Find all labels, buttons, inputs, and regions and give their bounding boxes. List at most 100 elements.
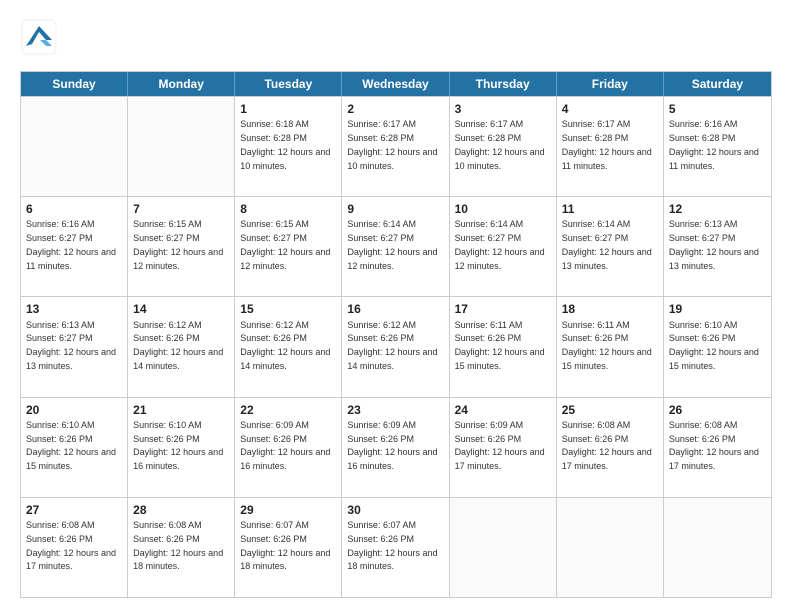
day-number: 15 [240, 301, 336, 317]
calendar-cell-3-5: 17 Sunrise: 6:11 AM Sunset: 6:26 PM Dayli… [450, 297, 557, 396]
calendar-cell-4-6: 25 Sunrise: 6:08 AM Sunset: 6:26 PM Dayli… [557, 398, 664, 497]
calendar-week-4: 20 Sunrise: 6:10 AM Sunset: 6:26 PM Dayli… [21, 397, 771, 497]
cell-info: Sunrise: 6:15 AM Sunset: 6:27 PM Dayligh… [240, 219, 330, 270]
cell-info: Sunrise: 6:12 AM Sunset: 6:26 PM Dayligh… [240, 320, 330, 371]
cell-info: Sunrise: 6:16 AM Sunset: 6:28 PM Dayligh… [669, 119, 759, 170]
day-number: 11 [562, 201, 658, 217]
day-number: 10 [455, 201, 551, 217]
calendar-header-tuesday: Tuesday [235, 72, 342, 96]
calendar-cell-3-3: 15 Sunrise: 6:12 AM Sunset: 6:26 PM Dayli… [235, 297, 342, 396]
cell-info: Sunrise: 6:17 AM Sunset: 6:28 PM Dayligh… [347, 119, 437, 170]
calendar-cell-4-5: 24 Sunrise: 6:09 AM Sunset: 6:26 PM Dayli… [450, 398, 557, 497]
page: SundayMondayTuesdayWednesdayThursdayFrid… [0, 0, 792, 612]
day-number: 23 [347, 402, 443, 418]
calendar-header-sunday: Sunday [21, 72, 128, 96]
calendar-cell-5-3: 29Sunrise: 6:07 AM Sunset: 6:26 PM Dayli… [235, 498, 342, 597]
logo [20, 18, 62, 61]
day-number: 2 [347, 101, 443, 117]
calendar-cell-1-5: 3 Sunrise: 6:17 AM Sunset: 6:28 PM Daylig… [450, 97, 557, 196]
day-number: 5 [669, 101, 766, 117]
calendar-cell-3-2: 14 Sunrise: 6:12 AM Sunset: 6:26 PM Dayli… [128, 297, 235, 396]
day-number: 4 [562, 101, 658, 117]
day-number: 30 [347, 502, 443, 518]
calendar-cell-1-1 [21, 97, 128, 196]
calendar-cell-3-7: 19 Sunrise: 6:10 AM Sunset: 6:26 PM Dayli… [664, 297, 771, 396]
calendar-header-saturday: Saturday [664, 72, 771, 96]
calendar: SundayMondayTuesdayWednesdayThursdayFrid… [20, 71, 772, 598]
calendar-cell-2-1: 6Sunrise: 6:16 AM Sunset: 6:27 PM Daylig… [21, 197, 128, 296]
calendar-header-friday: Friday [557, 72, 664, 96]
calendar-cell-5-6 [557, 498, 664, 597]
calendar-cell-5-5 [450, 498, 557, 597]
calendar-header-row: SundayMondayTuesdayWednesdayThursdayFrid… [21, 72, 771, 96]
calendar-cell-3-6: 18Sunrise: 6:11 AM Sunset: 6:26 PM Dayli… [557, 297, 664, 396]
logo-icon [20, 18, 58, 56]
cell-info: Sunrise: 6:18 AM Sunset: 6:28 PM Dayligh… [240, 119, 330, 170]
day-number: 19 [669, 301, 766, 317]
calendar-cell-3-1: 13 Sunrise: 6:13 AM Sunset: 6:27 PM Dayli… [21, 297, 128, 396]
calendar-cell-4-3: 22 Sunrise: 6:09 AM Sunset: 6:26 PM Dayli… [235, 398, 342, 497]
day-number: 25 [562, 402, 658, 418]
day-number: 21 [133, 402, 229, 418]
calendar-cell-1-2 [128, 97, 235, 196]
day-number: 9 [347, 201, 443, 217]
cell-info: Sunrise: 6:09 AM Sunset: 6:26 PM Dayligh… [240, 420, 330, 471]
calendar-header-wednesday: Wednesday [342, 72, 449, 96]
cell-info: Sunrise: 6:14 AM Sunset: 6:27 PM Dayligh… [562, 219, 652, 270]
calendar-cell-2-7: 12 Sunrise: 6:13 AM Sunset: 6:27 PM Dayli… [664, 197, 771, 296]
day-number: 7 [133, 201, 229, 217]
cell-info: Sunrise: 6:08 AM Sunset: 6:26 PM Dayligh… [562, 420, 652, 471]
cell-info: Sunrise: 6:17 AM Sunset: 6:28 PM Dayligh… [455, 119, 545, 170]
cell-info: Sunrise: 6:10 AM Sunset: 6:26 PM Dayligh… [133, 420, 223, 471]
cell-info: Sunrise: 6:13 AM Sunset: 6:27 PM Dayligh… [669, 219, 759, 270]
calendar-cell-1-3: 1Sunrise: 6:18 AM Sunset: 6:28 PM Daylig… [235, 97, 342, 196]
cell-info: Sunrise: 6:08 AM Sunset: 6:26 PM Dayligh… [133, 520, 223, 571]
cell-info: Sunrise: 6:09 AM Sunset: 6:26 PM Dayligh… [455, 420, 545, 471]
calendar-cell-2-2: 7 Sunrise: 6:15 AM Sunset: 6:27 PM Daylig… [128, 197, 235, 296]
cell-info: Sunrise: 6:12 AM Sunset: 6:26 PM Dayligh… [347, 320, 437, 371]
day-number: 24 [455, 402, 551, 418]
day-number: 17 [455, 301, 551, 317]
day-number: 14 [133, 301, 229, 317]
cell-info: Sunrise: 6:09 AM Sunset: 6:26 PM Dayligh… [347, 420, 437, 471]
calendar-header-thursday: Thursday [450, 72, 557, 96]
calendar-cell-5-1: 27 Sunrise: 6:08 AM Sunset: 6:26 PM Dayli… [21, 498, 128, 597]
calendar-week-3: 13 Sunrise: 6:13 AM Sunset: 6:27 PM Dayli… [21, 296, 771, 396]
cell-info: Sunrise: 6:07 AM Sunset: 6:26 PM Dayligh… [347, 520, 437, 571]
cell-info: Sunrise: 6:15 AM Sunset: 6:27 PM Dayligh… [133, 219, 223, 270]
cell-info: Sunrise: 6:08 AM Sunset: 6:26 PM Dayligh… [26, 520, 116, 571]
calendar-cell-4-7: 26Sunrise: 6:08 AM Sunset: 6:26 PM Dayli… [664, 398, 771, 497]
cell-info: Sunrise: 6:11 AM Sunset: 6:26 PM Dayligh… [455, 320, 545, 371]
cell-info: Sunrise: 6:10 AM Sunset: 6:26 PM Dayligh… [26, 420, 116, 471]
calendar-cell-2-3: 8 Sunrise: 6:15 AM Sunset: 6:27 PM Daylig… [235, 197, 342, 296]
cell-info: Sunrise: 6:07 AM Sunset: 6:26 PM Dayligh… [240, 520, 330, 571]
day-number: 20 [26, 402, 122, 418]
day-number: 12 [669, 201, 766, 217]
calendar-cell-4-4: 23 Sunrise: 6:09 AM Sunset: 6:26 PM Dayli… [342, 398, 449, 497]
calendar-cell-2-6: 11 Sunrise: 6:14 AM Sunset: 6:27 PM Dayli… [557, 197, 664, 296]
calendar-cell-2-4: 9 Sunrise: 6:14 AM Sunset: 6:27 PM Daylig… [342, 197, 449, 296]
day-number: 28 [133, 502, 229, 518]
cell-info: Sunrise: 6:12 AM Sunset: 6:26 PM Dayligh… [133, 320, 223, 371]
cell-info: Sunrise: 6:14 AM Sunset: 6:27 PM Dayligh… [347, 219, 437, 270]
day-number: 27 [26, 502, 122, 518]
cell-info: Sunrise: 6:17 AM Sunset: 6:28 PM Dayligh… [562, 119, 652, 170]
day-number: 22 [240, 402, 336, 418]
cell-info: Sunrise: 6:08 AM Sunset: 6:26 PM Dayligh… [669, 420, 759, 471]
calendar-cell-1-6: 4 Sunrise: 6:17 AM Sunset: 6:28 PM Daylig… [557, 97, 664, 196]
day-number: 16 [347, 301, 443, 317]
calendar-week-1: 1Sunrise: 6:18 AM Sunset: 6:28 PM Daylig… [21, 96, 771, 196]
header [20, 18, 772, 61]
cell-info: Sunrise: 6:10 AM Sunset: 6:26 PM Dayligh… [669, 320, 759, 371]
cell-info: Sunrise: 6:13 AM Sunset: 6:27 PM Dayligh… [26, 320, 116, 371]
day-number: 3 [455, 101, 551, 117]
calendar-cell-3-4: 16 Sunrise: 6:12 AM Sunset: 6:26 PM Dayli… [342, 297, 449, 396]
day-number: 8 [240, 201, 336, 217]
calendar-week-2: 6Sunrise: 6:16 AM Sunset: 6:27 PM Daylig… [21, 196, 771, 296]
calendar-cell-1-7: 5 Sunrise: 6:16 AM Sunset: 6:28 PM Daylig… [664, 97, 771, 196]
calendar-cell-5-4: 30 Sunrise: 6:07 AM Sunset: 6:26 PM Dayli… [342, 498, 449, 597]
calendar-body: 1Sunrise: 6:18 AM Sunset: 6:28 PM Daylig… [21, 96, 771, 597]
cell-info: Sunrise: 6:16 AM Sunset: 6:27 PM Dayligh… [26, 219, 116, 270]
day-number: 13 [26, 301, 122, 317]
calendar-week-5: 27 Sunrise: 6:08 AM Sunset: 6:26 PM Dayli… [21, 497, 771, 597]
